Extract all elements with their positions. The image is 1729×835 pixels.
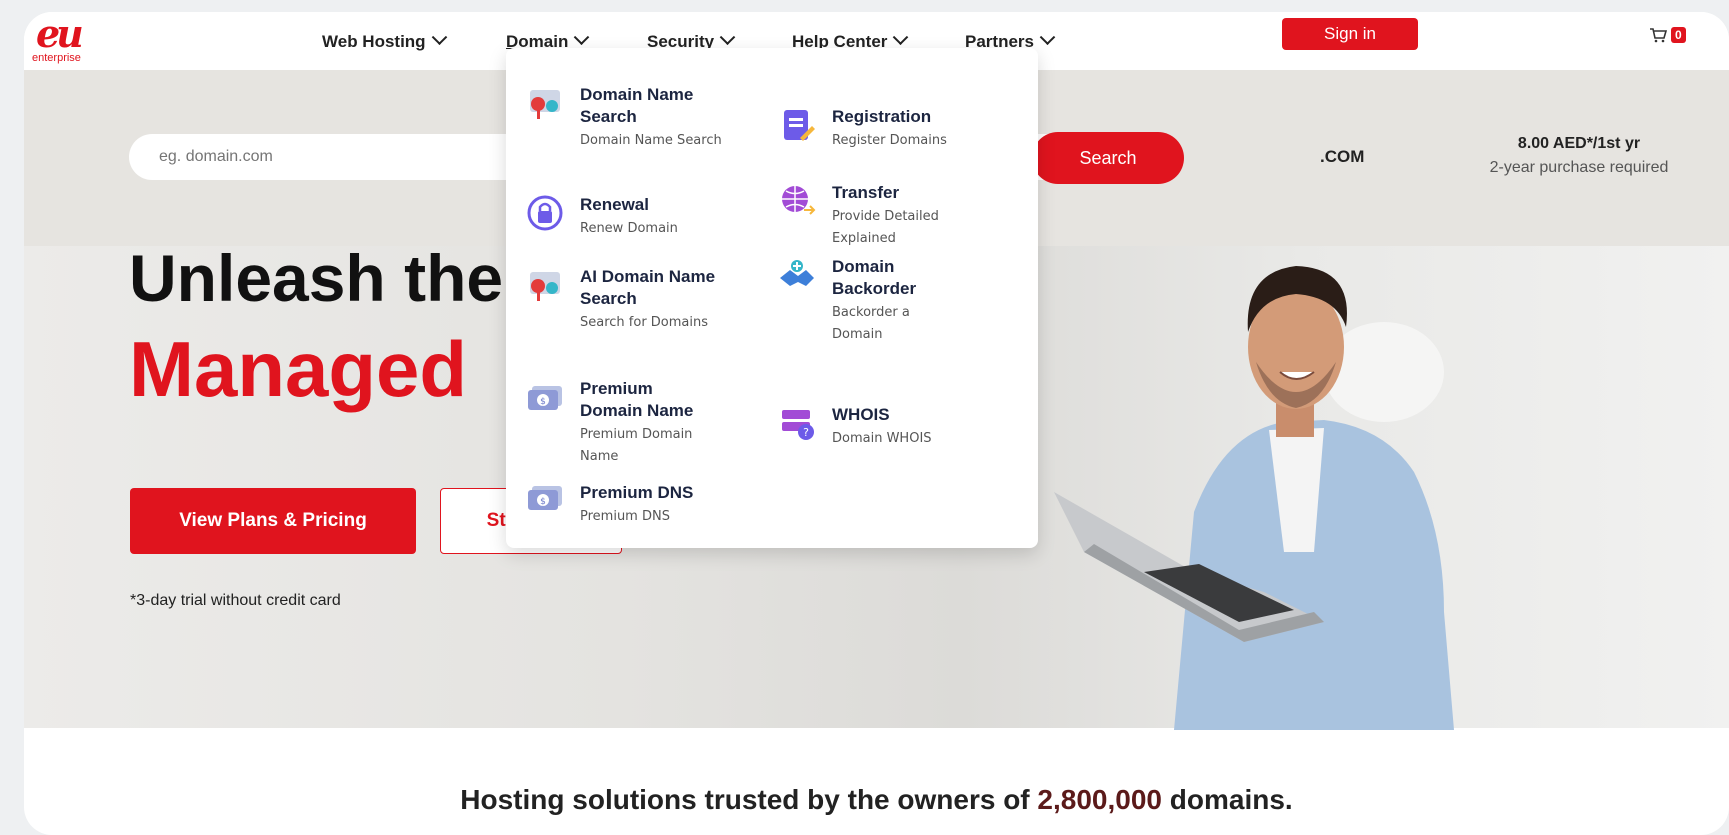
menu-item-title: Registration [832, 107, 932, 126]
menu-item-title: Renewal [580, 195, 649, 214]
ai-domain-search-icon [526, 266, 564, 304]
domain-dropdown-menu: Domain Name Search Domain Name Search Re… [506, 48, 1038, 548]
menu-item-premium-domain-name[interactable]: $ Premium Domain Name Premium Domain Nam… [526, 378, 756, 468]
menu-item-text: Domain Backorder Backorder a Domain [832, 256, 932, 346]
menu-item-title: Transfer [832, 183, 900, 202]
nav-label: Web Hosting [322, 32, 426, 51]
menu-item-whois[interactable]: ? WHOIS Domain WHOIS [778, 404, 1018, 450]
whois-server-icon: ? [778, 404, 816, 442]
tld-price: 8.00 AED*/1st yr 2-year purchase require… [1459, 135, 1699, 177]
cart-button[interactable]: 0 [1649, 24, 1686, 46]
premium-domain-icon: $ [526, 378, 564, 416]
logo-text: enterprise [32, 52, 81, 64]
menu-item-domain-name-search[interactable]: Domain Name Search Domain Name Search [526, 84, 746, 152]
menu-item-subtitle: Renew Domain [580, 221, 678, 236]
price-note: 2-year purchase required [1489, 159, 1669, 176]
menu-item-subtitle: Premium DNS [580, 509, 670, 524]
trusted-number: 2,800,000 [1037, 784, 1162, 815]
brand-logo[interactable]: eu enterprise [32, 14, 102, 70]
trusted-prefix: Hosting solutions trusted by the owners … [460, 784, 1038, 815]
menu-item-subtitle: Premium Domain Name [580, 427, 693, 464]
menu-item-transfer[interactable]: Transfer Provide Detailed Explained [778, 182, 1018, 250]
menu-item-subtitle: Domain Name Search [580, 133, 722, 148]
menu-item-subtitle: Register Domains [832, 133, 947, 148]
person-with-laptop-image [1054, 266, 1454, 730]
hero-title-line1: Unleash the [129, 241, 504, 315]
menu-item-title: Premium Domain Name [580, 379, 694, 420]
view-plans-button[interactable]: View Plans & Pricing [130, 488, 416, 554]
menu-item-title: AI Domain Name Search [580, 267, 716, 308]
trial-note: *3-day trial without credit card [130, 592, 341, 609]
svg-text:$: $ [540, 497, 546, 507]
chevron-down-icon [719, 29, 736, 46]
trusted-banner: Hosting solutions trusted by the owners … [24, 784, 1729, 816]
domain-search-icon [526, 84, 564, 122]
logo-mark: eu [36, 12, 84, 56]
trusted-suffix: domains. [1162, 784, 1293, 815]
premium-dns-icon: $ [526, 482, 564, 520]
svg-text:?: ? [803, 426, 809, 439]
menu-item-text: Transfer Provide Detailed Explained [832, 182, 972, 250]
hero-title-line2: Managed [129, 325, 468, 413]
menu-item-subtitle: Search for Domains [580, 315, 709, 330]
chevron-down-icon [574, 29, 590, 46]
registration-icon [778, 106, 816, 144]
search-button[interactable]: Search [1032, 132, 1184, 184]
menu-item-text: AI Domain Name Search Search for Domains [580, 266, 730, 334]
chevron-down-icon [431, 29, 447, 46]
chevron-down-icon [893, 29, 909, 46]
menu-item-subtitle: Domain WHOIS [832, 431, 932, 446]
menu-item-text: Registration Register Domains [832, 106, 947, 152]
menu-item-subtitle: Backorder a Domain [832, 305, 910, 342]
tld-label: .COM [1320, 147, 1365, 166]
menu-item-title: Premium DNS [580, 483, 694, 502]
chevron-down-icon [1039, 29, 1056, 46]
cart-icon [1649, 28, 1667, 43]
menu-item-title: WHOIS [832, 405, 890, 424]
menu-item-premium-dns[interactable]: $ Premium DNS Premium DNS [526, 482, 756, 528]
backorder-handshake-icon [778, 256, 816, 294]
menu-item-title: Domain Backorder [832, 257, 917, 298]
price-value: 8.00 AED*/1st yr [1517, 135, 1641, 152]
renewal-lock-icon [526, 194, 564, 232]
menu-item-text: Renewal Renew Domain [580, 194, 678, 240]
menu-item-subtitle: Provide Detailed Explained [832, 209, 939, 246]
transfer-globe-icon [778, 182, 816, 220]
svg-text:$: $ [540, 397, 546, 407]
menu-item-text: Premium DNS Premium DNS [580, 482, 693, 528]
nav-web-hosting[interactable]: Web Hosting [322, 29, 447, 52]
menu-item-ai-domain-name-search[interactable]: AI Domain Name Search Search for Domains [526, 266, 756, 334]
menu-item-title: Domain Name Search [580, 85, 694, 126]
page-frame: eu enterprise Web Hosting Domain Securit… [24, 12, 1729, 835]
menu-item-renewal[interactable]: Renewal Renew Domain [526, 194, 746, 240]
menu-item-registration[interactable]: Registration Register Domains [778, 106, 1018, 152]
menu-item-text: Premium Domain Name Premium Domain Name [580, 378, 720, 468]
sign-in-button[interactable]: Sign in [1282, 18, 1418, 50]
cart-count-badge: 0 [1671, 27, 1686, 43]
menu-item-text: WHOIS Domain WHOIS [832, 404, 932, 450]
menu-item-domain-backorder[interactable]: Domain Backorder Backorder a Domain [778, 256, 1018, 346]
menu-item-text: Domain Name Search Domain Name Search [580, 84, 746, 152]
